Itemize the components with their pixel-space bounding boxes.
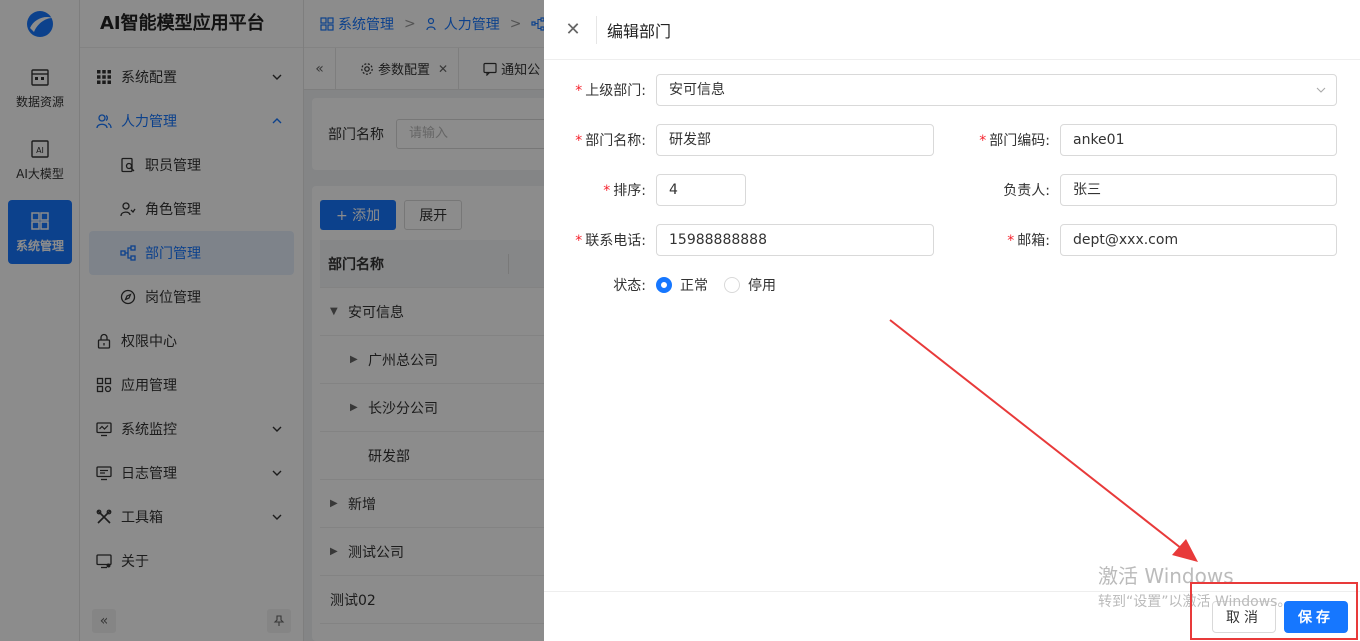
sort-field[interactable]: 4 bbox=[656, 174, 746, 206]
sort-label: * 排序: bbox=[603, 183, 646, 199]
email-field[interactable]: dept@xxx.com bbox=[1060, 224, 1337, 256]
department-code-field[interactable]: anke01 bbox=[1060, 124, 1337, 156]
leader-field[interactable]: 张三 bbox=[1060, 174, 1337, 206]
annotation-highlight-box bbox=[1190, 582, 1358, 640]
edit-department-drawer: ✕ 编辑部门 * 上级部门: 安可信息 * 部门名称: 研发部 * 部门编码: ank… bbox=[544, 0, 1360, 641]
department-name-field[interactable]: 研发部 bbox=[656, 124, 934, 156]
phone-label: * 联系电话: bbox=[575, 233, 646, 249]
phone-field[interactable]: 15988888888 bbox=[656, 224, 934, 256]
email-label: * 邮箱: bbox=[1007, 233, 1050, 249]
status-label: 状态: bbox=[613, 278, 646, 294]
department-name-label: * 部门名称: bbox=[575, 133, 646, 149]
parent-department-label: * 上级部门: bbox=[575, 83, 646, 99]
close-icon[interactable]: ✕ bbox=[565, 19, 580, 40]
drawer-title: 编辑部门 bbox=[607, 21, 672, 41]
chevron-down-icon bbox=[1316, 87, 1326, 93]
parent-department-select[interactable]: 安可信息 bbox=[656, 74, 1337, 106]
leader-label: 负责人: bbox=[1003, 183, 1050, 199]
radio-unchecked-icon bbox=[724, 277, 740, 293]
status-radio-normal[interactable]: 正常 bbox=[656, 275, 708, 295]
radio-checked-icon bbox=[656, 277, 672, 293]
status-radio-disabled[interactable]: 停用 bbox=[724, 275, 776, 295]
department-code-label: * 部门编码: bbox=[979, 133, 1050, 149]
